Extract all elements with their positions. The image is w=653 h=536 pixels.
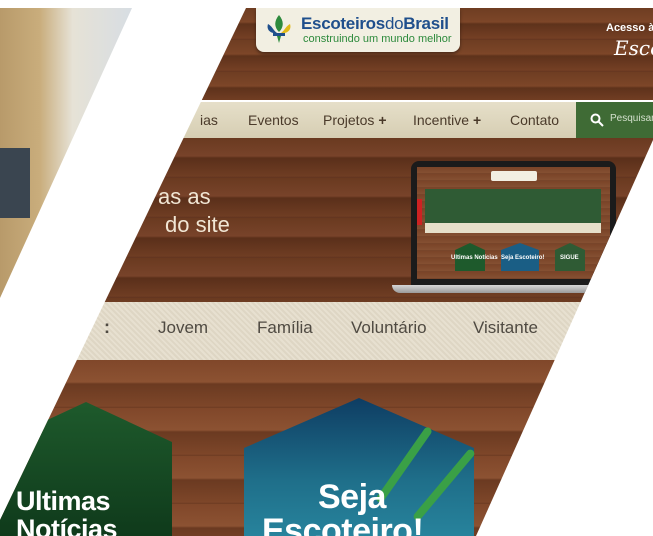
logo-brand-part3: Brasil — [403, 14, 449, 33]
access-link-label[interactable]: Acesso à — [606, 22, 653, 34]
tab-familia[interactable]: Família — [257, 318, 313, 338]
mini-tab-bar — [425, 223, 601, 233]
logo-brand-part1: Escoteiros — [301, 14, 385, 33]
plus-icon: + — [473, 112, 482, 128]
hero-text-line2: do site — [165, 212, 230, 237]
main-nav: ias Eventos Projetos + Incentive + Contato — [0, 102, 653, 138]
nav-item-projetos[interactable]: Projetos + — [323, 112, 387, 128]
nav-item-incentive-label: Incentive — [413, 112, 470, 128]
tab-voluntario[interactable]: Voluntário — [351, 318, 427, 338]
laptop-base — [392, 285, 635, 293]
search-icon — [590, 113, 604, 127]
audience-tab-bar — [0, 302, 653, 360]
logo-tagline: construindo um mundo melhor — [303, 33, 452, 45]
logo-brand-name: EscoteirosdoBrasil — [301, 14, 449, 34]
tab-colon: : — [104, 317, 110, 337]
search-input[interactable]: Pesquisar — [610, 113, 653, 124]
mini-hero-photo — [425, 189, 601, 223]
search-box[interactable]: Pesquisar — [576, 102, 653, 138]
mini-news-label: Ultimas Notícias — [451, 255, 498, 261]
fleur-de-lis-icon — [263, 13, 295, 45]
mini-social-sidebar — [417, 199, 422, 225]
nav-item-eventos[interactable]: Eventos — [248, 112, 299, 128]
nav-item-contato[interactable]: Contato — [510, 112, 559, 128]
laptop-screen: Ultimas Notícias Seja Escoteiro! SIGUE — [411, 161, 616, 285]
laptop-site-preview: Ultimas Notícias Seja Escoteiro! SIGUE — [417, 167, 610, 279]
tab-jovem[interactable]: Jovem — [158, 318, 208, 338]
nav-item-incentive[interactable]: Incentive + — [413, 112, 481, 128]
mini-scout-label: Seja Escoteiro! — [501, 255, 545, 261]
nav-item-projetos-label: Projetos — [323, 112, 375, 128]
site-logo[interactable]: EscoteirosdoBrasil construindo um mundo … — [256, 8, 460, 52]
logo-brand-part2: do — [384, 14, 404, 33]
background-shelf — [0, 148, 30, 218]
tab-visitante[interactable]: Visitante — [473, 318, 538, 338]
access-brand-logo[interactable]: Escoteiros — [614, 36, 653, 60]
mini-logo — [491, 171, 537, 181]
hero-text-line1: as as — [158, 184, 211, 209]
plus-icon: + — [378, 112, 387, 128]
mini-siga-label: SIGUE — [560, 255, 579, 261]
news-card-title-line1: Ultimas — [16, 486, 111, 516]
nav-item-noticias[interactable]: ias — [200, 112, 218, 128]
background-photo — [0, 8, 132, 298]
news-card-title-line2: Notícias — [16, 514, 118, 536]
join-scouts-title-line2: Escoteiro! — [262, 512, 424, 536]
